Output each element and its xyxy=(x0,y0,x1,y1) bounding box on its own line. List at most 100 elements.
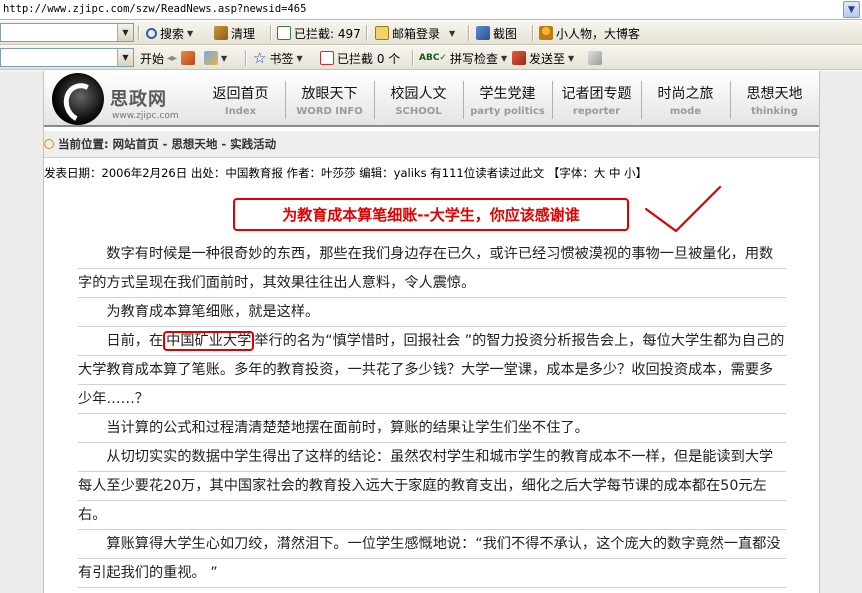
toolbar-separator xyxy=(412,50,414,66)
nav-sublabel: thinking xyxy=(751,106,798,117)
nav-item-reporter[interactable]: 记者团专题 reporter xyxy=(552,71,641,127)
nav-label: 校园人文 xyxy=(390,86,447,102)
checkmark-annotation-icon xyxy=(644,185,722,233)
site-header: 思政网 www.zjipc.com 返回首页 Index 放眼天下 WORD I… xyxy=(44,71,819,127)
article-author: 作者：叶莎莎 xyxy=(286,166,356,180)
search-icon xyxy=(146,27,157,39)
address-dropdown-icon[interactable]: ▼ xyxy=(843,1,860,18)
toolbar-separator xyxy=(366,25,368,41)
highlighted-university-name: 中国矿业大学 xyxy=(163,331,255,351)
scissors-icon xyxy=(476,26,490,40)
chevron-down-icon[interactable]: ▼ xyxy=(449,29,455,38)
toolbar-secondary: ▼ 开始 ◂▸ ▼ ☆ 书签 ▼ 已拦截 0 个 ABC✓ 拼写检查 ▼ 发送至… xyxy=(0,46,862,70)
article-meta: 发表日期：2006年2月26日 出处：中国教育报 作者：叶莎莎 编辑：yalik… xyxy=(44,165,819,181)
toolbar-separator xyxy=(138,25,140,41)
spellcheck-label: 拼写检查 xyxy=(449,51,498,66)
person-icon xyxy=(539,26,553,40)
font-size-small-link[interactable]: 小 xyxy=(624,166,636,180)
spellcheck-button[interactable]: ABC✓ 拼写检查 ▼ xyxy=(419,49,507,67)
notes-button[interactable] xyxy=(181,49,195,67)
nav-item-mode[interactable]: 时尚之旅 mode xyxy=(641,71,730,127)
reader-count: 有111位读者读过此文 xyxy=(430,166,545,180)
breadcrumb-label: 当前位置: xyxy=(58,137,109,151)
send-icon xyxy=(512,51,526,65)
star-icon: ☆ xyxy=(253,49,267,67)
article-paragraph: 算账算得大学生心如刀绞，潸然泪下。一位学生感慨地说：“我们不得不承认，这个庞大的… xyxy=(78,530,786,588)
nav-item-world-info[interactable]: 放眼天下 WORD INFO xyxy=(285,71,374,127)
publish-date: 发表日期：2006年2月26日 xyxy=(44,166,188,180)
highlighter-button[interactable] xyxy=(588,49,602,67)
search-button-label: 搜索 xyxy=(160,26,185,41)
tools-icon xyxy=(204,51,218,65)
chevron-down-icon[interactable]: ▼ xyxy=(117,49,133,66)
logo-name: 思政网 xyxy=(110,89,167,110)
pencil-icon xyxy=(588,51,602,65)
nav-item-party-politics[interactable]: 学生党建 party politics xyxy=(463,71,552,127)
breadcrumb: 当前位置: 网站首页 - 思想天地 - 实践活动 xyxy=(44,131,819,158)
font-size-bracket: 】 xyxy=(635,166,648,180)
nav-label: 时尚之旅 xyxy=(657,86,714,102)
font-size-medium-link[interactable]: 中 xyxy=(609,166,621,180)
breadcrumb-path[interactable]: 网站首页 - 思想天地 - 实践活动 xyxy=(113,136,277,152)
chevron-down-icon[interactable]: ▼ xyxy=(568,54,574,63)
site-logo[interactable]: 思政网 www.zjipc.com xyxy=(52,73,192,125)
nav-item-thinking[interactable]: 思想天地 thinking xyxy=(730,71,819,127)
logo-url: www.zjipc.com xyxy=(112,111,179,121)
popup-blocked-button[interactable]: 已拦截: 497 xyxy=(277,24,361,42)
nav-sublabel: WORD INFO xyxy=(296,106,363,117)
blog-slogan: 小人物，大博客 xyxy=(556,26,641,41)
mail-login-label: 邮箱登录 xyxy=(392,26,441,41)
nav-item-index[interactable]: 返回首页 Index xyxy=(196,71,285,127)
popup-blocker-icon xyxy=(277,26,291,40)
bookmarks-button[interactable]: ☆ 书签 ▼ xyxy=(253,49,303,67)
broom-icon xyxy=(214,26,228,40)
nav-label: 放眼天下 xyxy=(301,86,358,102)
nav-label: 思想天地 xyxy=(746,86,803,102)
chevron-down-icon[interactable]: ▼ xyxy=(117,24,133,41)
paragraph-text: 日前，在 xyxy=(106,333,164,349)
address-url[interactable]: http://www.zjipc.com/szw/ReadNews.asp?ne… xyxy=(3,3,306,15)
toolbar-address-combo[interactable]: ▼ xyxy=(0,48,134,67)
screenshot-label: 截图 xyxy=(493,26,518,41)
tools-button[interactable]: ▼ xyxy=(204,49,227,67)
logo-emblem-icon xyxy=(52,73,104,125)
send-to-button[interactable]: 发送至 ▼ xyxy=(512,49,574,67)
toolbar-separator xyxy=(245,50,247,66)
popup-blocked-button-2[interactable]: 已拦截 0 个 xyxy=(320,49,400,67)
mail-login-button[interactable]: 邮箱登录 ▼ xyxy=(375,24,455,42)
search-button[interactable]: 搜索 ▼ xyxy=(146,24,193,42)
nav-arrows-icon[interactable]: ◂▸ xyxy=(167,53,177,64)
toolbar-separator xyxy=(468,25,470,41)
start-label: 开始 xyxy=(140,51,165,66)
screenshot-button[interactable]: 截图 xyxy=(476,24,517,42)
toolbar-separator xyxy=(270,25,272,41)
clear-button[interactable]: 清理 xyxy=(214,24,255,42)
chevron-down-icon[interactable]: ▼ xyxy=(221,54,227,63)
chevron-down-icon[interactable]: ▼ xyxy=(187,29,193,38)
article-body: 数字有时候是一种很奇妙的东西，那些在我们身边存在已久，或许已经习惯被漠视的事物一… xyxy=(78,240,786,588)
nav-item-school[interactable]: 校园人文 SCHOOL xyxy=(374,71,463,127)
article-paragraph: 数字有时候是一种很奇妙的东西，那些在我们身边存在已久，或许已经习惯被漠视的事物一… xyxy=(78,240,786,298)
font-size-large-link[interactable]: 大 xyxy=(594,166,606,180)
blog-button[interactable]: 小人物，大博客 xyxy=(539,24,640,42)
nav-label: 学生党建 xyxy=(479,86,536,102)
nav-sublabel: SCHOOL xyxy=(395,106,442,117)
article-paragraph: 为教育成本算笔细账，就是这样。 xyxy=(78,298,786,327)
toolbar-primary: ▼ 搜索 ▼ 清理 已拦截: 497 邮箱登录 ▼ 截图 小人物，大博客 xyxy=(0,21,862,45)
mail-icon xyxy=(375,26,389,40)
chevron-down-icon[interactable]: ▼ xyxy=(501,54,507,63)
popup-blocker-icon xyxy=(320,51,334,65)
clear-button-label: 清理 xyxy=(231,26,256,41)
address-bar[interactable]: http://www.zjipc.com/szw/ReadNews.asp?ne… xyxy=(0,0,862,20)
nav-sublabel: mode xyxy=(669,106,702,117)
start-button[interactable]: 开始 ◂▸ xyxy=(140,49,177,67)
site-nav: 返回首页 Index 放眼天下 WORD INFO 校园人文 SCHOOL 学生… xyxy=(196,71,819,127)
page-viewport: 思政网 www.zjipc.com 返回首页 Index 放眼天下 WORD I… xyxy=(0,71,862,593)
article-paragraph: 日前，在 中国矿业大学 举行的名为“慎学惜时，回报社会 ”的智力投资分析报告会上，每… xyxy=(78,327,786,414)
page-margin-left xyxy=(0,71,44,593)
notes-icon xyxy=(181,51,195,65)
bullet-circle-icon xyxy=(44,139,54,149)
toolbar-search-combo[interactable]: ▼ xyxy=(0,23,134,42)
nav-sublabel: party politics xyxy=(470,106,545,117)
chevron-down-icon[interactable]: ▼ xyxy=(296,54,302,63)
